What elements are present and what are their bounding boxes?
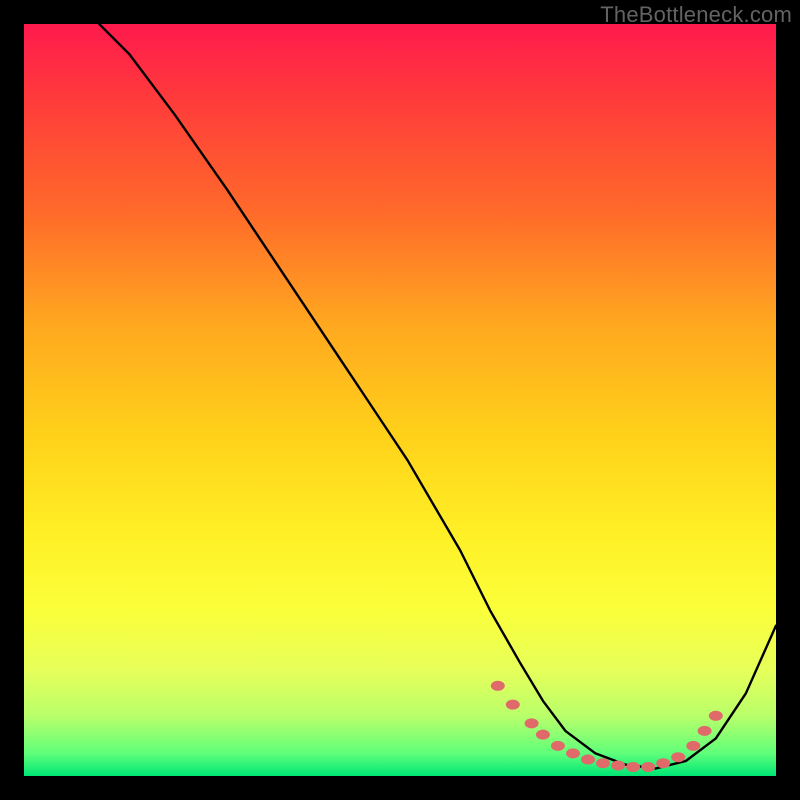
highlight-dot [581,755,595,765]
highlight-dot [536,730,550,740]
highlight-dot [671,752,685,762]
highlight-dot [596,758,610,768]
highlight-dot [656,758,670,768]
highlight-dot [709,711,723,721]
highlight-dot [626,762,640,772]
plot-area [24,24,776,776]
highlight-dot [611,761,625,771]
highlight-dot [525,718,539,728]
highlight-dot [686,741,700,751]
watermark-text: TheBottleneck.com [600,2,792,28]
highlight-dot [551,741,565,751]
curve-layer [24,24,776,776]
highlight-dot [491,681,505,691]
highlight-dot [641,762,655,772]
bottleneck-curve [99,24,776,769]
chart-frame: TheBottleneck.com [0,0,800,800]
highlight-dot [506,700,520,710]
highlight-dot [566,748,580,758]
highlight-dot [698,726,712,736]
